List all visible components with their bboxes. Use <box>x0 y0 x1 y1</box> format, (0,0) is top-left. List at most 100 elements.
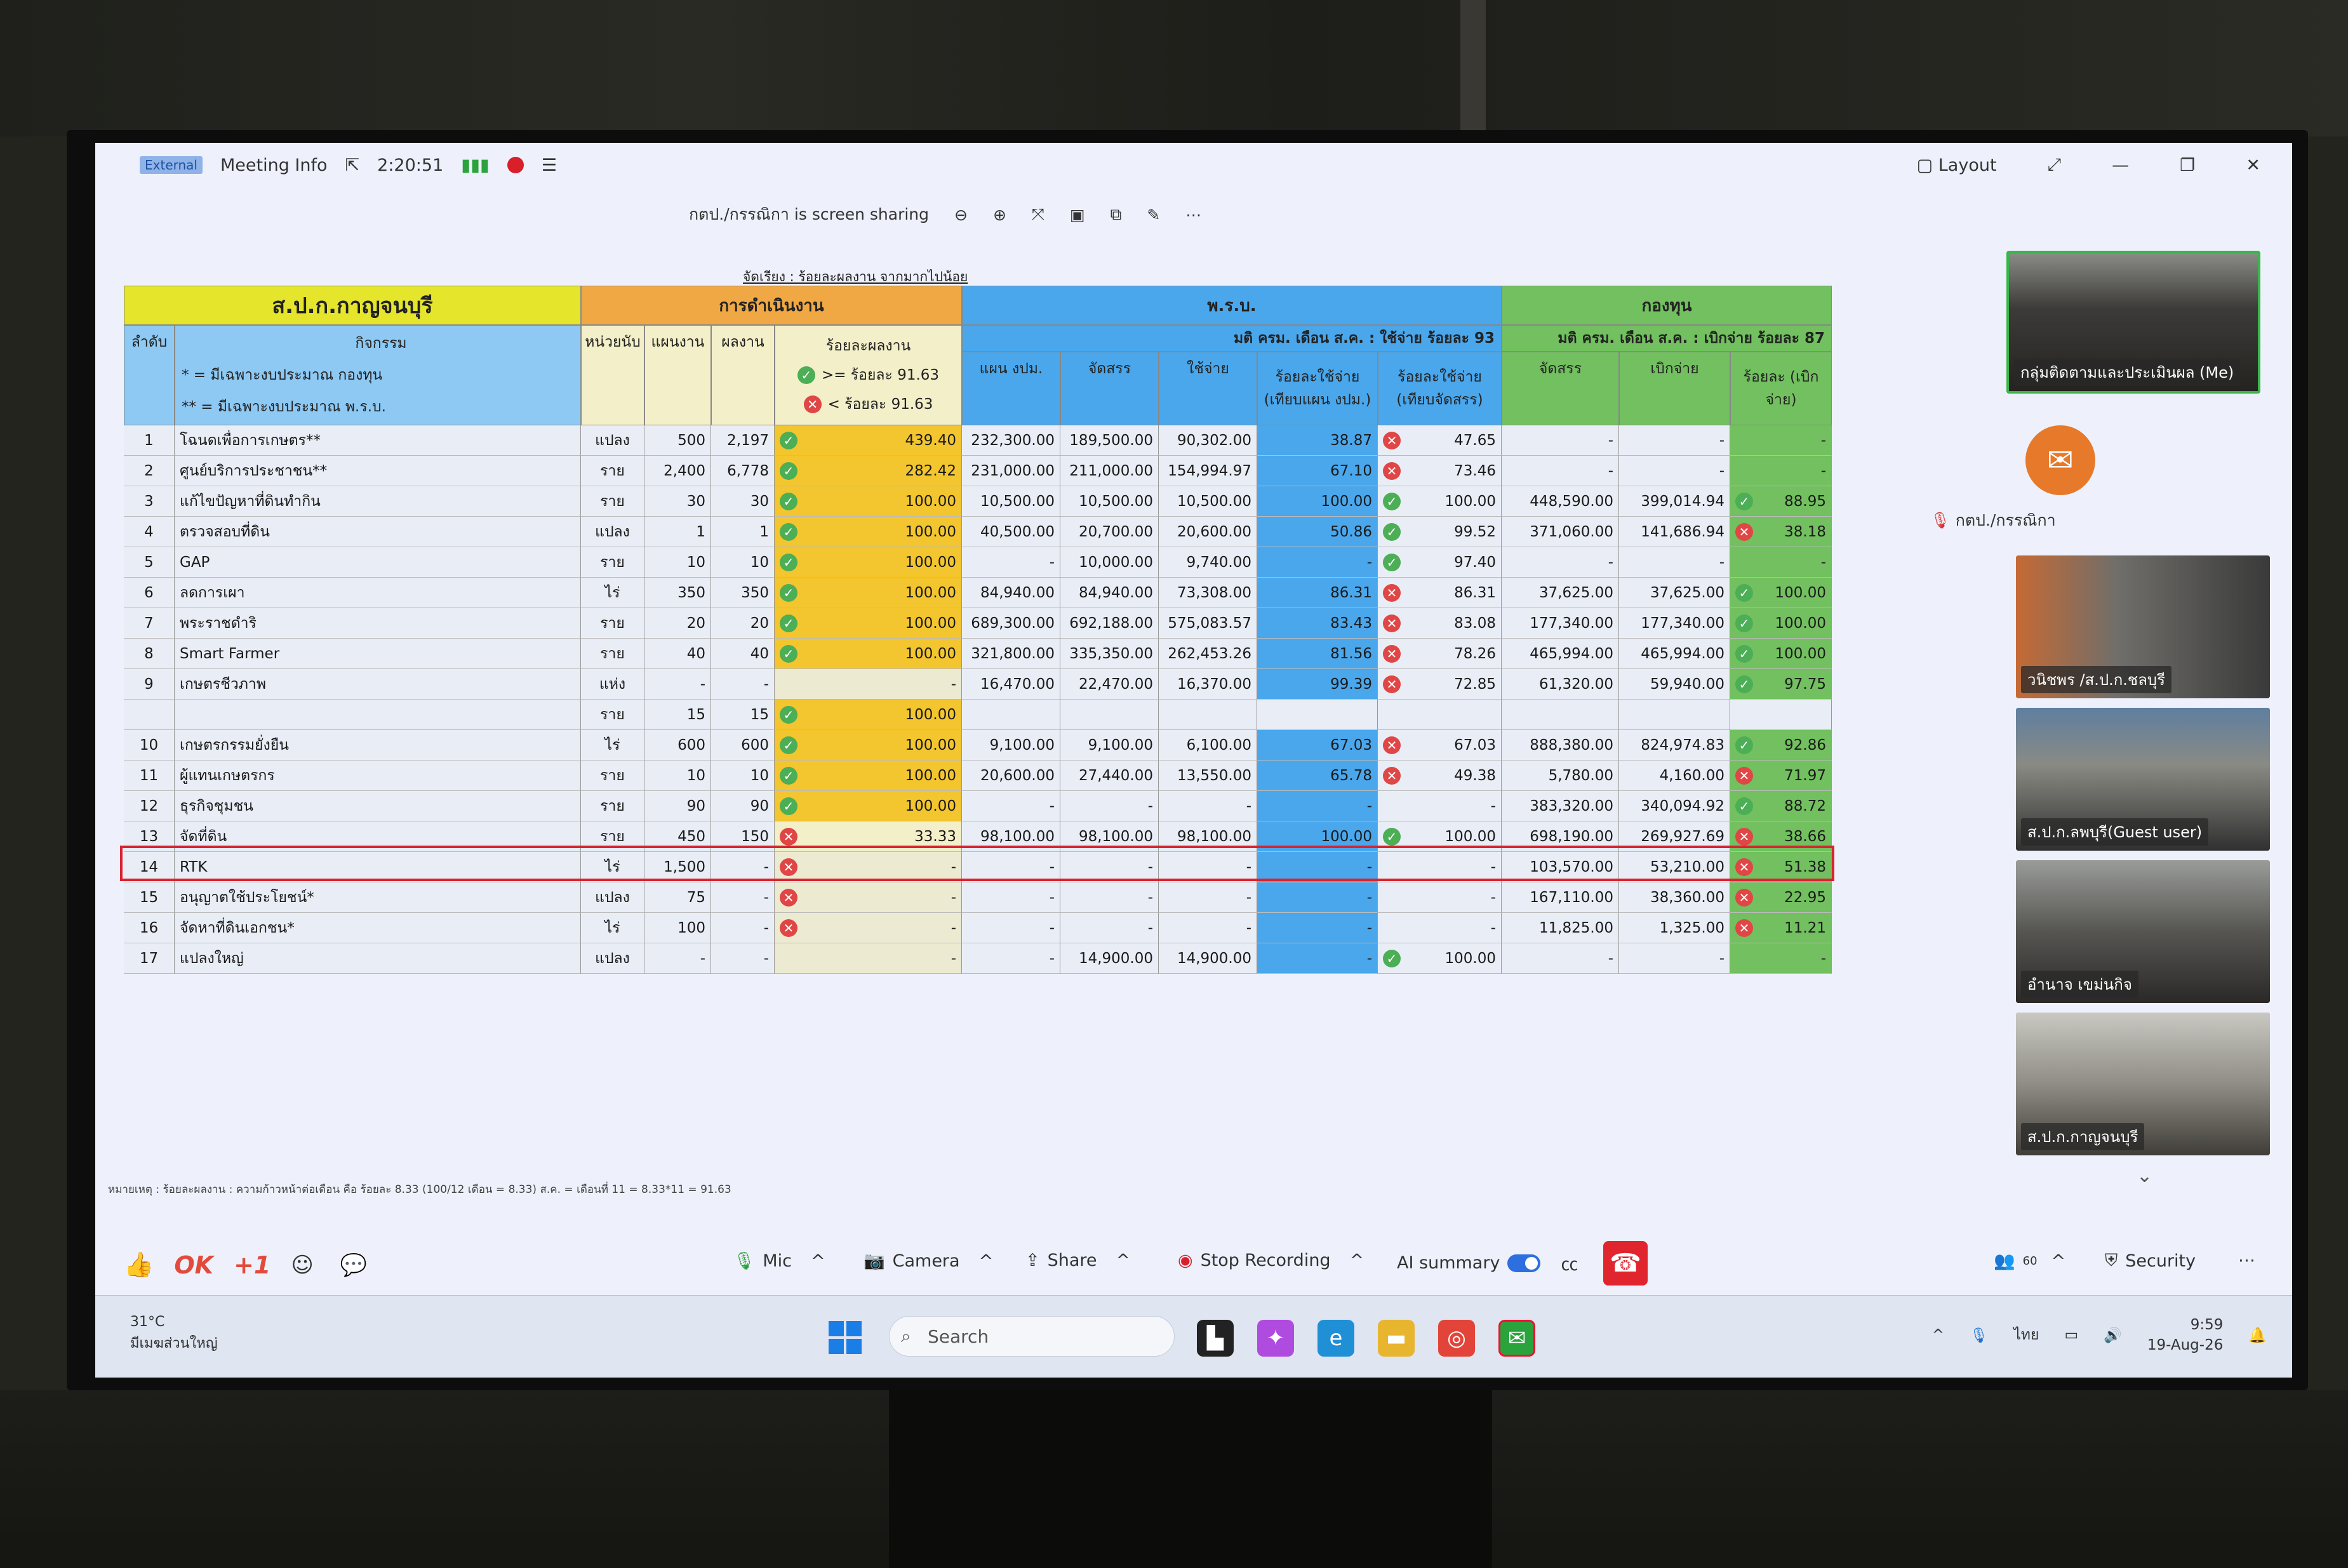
sharing-bar: กตป./กรรณิกา is screen sharing ⊖ ⊕ ⤧ ▣ ⧉… <box>689 199 1201 230</box>
layout-button[interactable]: ▢ Layout <box>1917 156 1997 175</box>
cell-text: ลดการเผา <box>180 584 245 601</box>
file-explorer-icon[interactable]: ▬ <box>1378 1320 1415 1357</box>
more-icon[interactable]: ⋯ <box>1185 206 1201 224</box>
cell-text: 99.39 <box>1330 675 1372 693</box>
participant-count: 60 <box>2022 1254 2038 1268</box>
table-cell-no: 11 <box>124 761 175 791</box>
table-cell-act: แก้ไขปัญหาที่ดินทำกิน <box>175 486 581 517</box>
cell-text: 97.75 <box>1784 675 1826 693</box>
table-cell-pct: ✕ - <box>775 882 962 913</box>
restore-icon[interactable]: ❐ <box>2180 156 2195 175</box>
line-app-icon[interactable]: ✉ <box>1498 1320 1535 1357</box>
mic-button[interactable]: 🎙 Mic ^ <box>733 1251 825 1272</box>
cell-text: 8 <box>144 645 154 662</box>
table-cell-fd: - <box>1619 425 1730 456</box>
end-call-button[interactable]: ☎ <box>1603 1241 1648 1286</box>
cell-text: 3 <box>144 493 154 510</box>
close-icon[interactable]: ✕ <box>2246 156 2260 175</box>
table-cell-fa: - <box>1502 547 1619 578</box>
check-icon: ✓ <box>797 366 815 384</box>
signal-icon[interactable]: ▮▮▮ <box>461 156 490 175</box>
emoji-icon[interactable]: ☺ <box>291 1252 313 1278</box>
share-button[interactable]: ⇪ Share ^ <box>1025 1251 1130 1270</box>
table-cell-al: - <box>1060 882 1159 913</box>
cross-icon: ✕ <box>1383 736 1401 754</box>
captions-icon[interactable]: ☰ <box>542 156 557 175</box>
table-cell-fp: ✓ 97.75 <box>1730 669 1832 700</box>
more-options-icon[interactable]: ⋯ <box>2238 1251 2255 1270</box>
share-options-icon[interactable]: ^ <box>1116 1251 1131 1270</box>
volume-icon[interactable]: 🔊 <box>2104 1327 2122 1344</box>
table-cell-pp: - <box>1257 943 1378 974</box>
check-icon: ✓ <box>1735 644 1753 663</box>
network-icon[interactable]: ▭ <box>2064 1327 2078 1343</box>
original-size-icon[interactable]: ▣ <box>1070 206 1085 224</box>
col-plan-budget-header: แผน งปม. <box>962 352 1060 425</box>
ok-reaction[interactable]: OK <box>174 1251 213 1279</box>
toggle-switch[interactable] <box>1507 1254 1541 1272</box>
task-view-icon[interactable]: ▙ <box>1197 1320 1234 1357</box>
participant-tile[interactable]: อำนาจ เขม่นกิจ <box>2016 860 2270 1003</box>
tray-chevron-icon[interactable]: ^ <box>1932 1327 1944 1343</box>
clock[interactable]: 9:59 19-Aug-26 <box>2147 1315 2224 1355</box>
cell-text: จัดหาที่ดินเอกชน* <box>180 919 295 936</box>
cell-text: 47.65 <box>1454 432 1496 449</box>
share-link-icon[interactable]: ⇱ <box>345 156 360 175</box>
security-button[interactable]: ⛨ Security <box>2105 1251 2196 1271</box>
table-row: 10 เกษตรกรรมยั่งยืน ไร่ 600 600 ✓ 100.00 9,100.… <box>124 730 1946 761</box>
chat-icon[interactable]: 💬 <box>340 1252 367 1278</box>
participant-tile[interactable]: ส.ป.ก.กาญจนบุรี <box>2016 1013 2270 1155</box>
stop-recording-button[interactable]: ◉ Stop Recording ^ <box>1178 1251 1364 1270</box>
table-cell-sp: 14,900.00 <box>1159 943 1257 974</box>
start-icon[interactable] <box>829 1321 862 1354</box>
cell-text: 83.08 <box>1454 615 1496 632</box>
camera-options-icon[interactable]: ^ <box>979 1251 994 1271</box>
annotate-icon[interactable]: ✎ <box>1147 206 1160 224</box>
fit-icon[interactable]: ⤧ <box>1032 205 1044 224</box>
table-cell-pct: - <box>775 669 962 700</box>
weather-widget[interactable]: 31°C มีเมฆส่วนใหญ่ <box>130 1312 218 1355</box>
participant-tile[interactable]: วนิชพร /ส.ป.ก.ชลบุรี <box>2016 555 2270 698</box>
check-icon: ✓ <box>780 644 797 663</box>
language-indicator[interactable]: ไทย <box>2013 1324 2039 1346</box>
table-cell-pct: ✓ 100.00 <box>775 761 962 791</box>
cc-icon[interactable]: ㏄ <box>1561 1251 1578 1275</box>
minimize-icon[interactable]: — <box>2112 156 2129 175</box>
meeting-info-button[interactable]: Meeting Info <box>220 156 328 175</box>
cell-text: 11.21 <box>1784 919 1826 936</box>
plus-one-reaction[interactable]: +1 <box>234 1251 270 1279</box>
camera-button[interactable]: 📷 Camera ^ <box>864 1251 994 1272</box>
recording-options-icon[interactable]: ^ <box>1350 1251 1364 1270</box>
copilot-icon[interactable]: ✦ <box>1257 1320 1294 1357</box>
mic-tray-icon[interactable]: 🎙 <box>1970 1327 1988 1344</box>
table-cell-fp: ✓ 100.00 <box>1730 578 1832 608</box>
participants-button[interactable]: 👥 60 ^ <box>1994 1251 2066 1272</box>
table-cell-no: 1 <box>124 425 175 456</box>
cell-text: 92.86 <box>1784 736 1826 754</box>
zoom-in-icon[interactable]: ⊕ <box>993 206 1006 224</box>
cell-text: 465,994.00 <box>1641 645 1724 662</box>
zoom-out-icon[interactable]: ⊖ <box>954 206 968 224</box>
taskbar-search[interactable]: ⌕ Search <box>889 1316 1175 1357</box>
cell-text: - <box>1608 462 1613 479</box>
cell-text: 154,994.97 <box>1168 462 1251 479</box>
participant-tile[interactable]: ส.ป.ก.ลพบุรี(Guest user) <box>2016 708 2270 851</box>
cell-text: 141,686.94 <box>1641 523 1724 540</box>
participant-label: กตป./กรรณิกา <box>1955 511 2056 529</box>
cell-text: - <box>763 889 769 906</box>
participant-tile[interactable]: กลุ่มติดตามและประเมินผล (Me) <box>2006 251 2260 394</box>
participants-options-icon[interactable]: ^ <box>2051 1251 2066 1271</box>
edge-icon[interactable]: e <box>1317 1320 1354 1357</box>
chevron-down-icon[interactable]: ⌄ <box>2137 1165 2152 1187</box>
chrome-icon[interactable]: ◎ <box>1438 1320 1475 1357</box>
cell-text: - <box>1490 889 1496 906</box>
thumbs-up-icon[interactable]: 👍 <box>124 1251 154 1279</box>
cell-text: - <box>1049 797 1055 814</box>
stop-recording-label: Stop Recording <box>1200 1251 1331 1270</box>
popout-icon[interactable]: ⧉ <box>1111 205 1122 224</box>
ai-summary-toggle[interactable]: AI summary ㏄ <box>1397 1251 1578 1275</box>
cell-text: 500 <box>677 432 705 449</box>
fullscreen-icon[interactable]: ⤢ <box>2048 155 2062 175</box>
notification-icon[interactable]: 🔔 <box>2248 1327 2267 1344</box>
mic-options-icon[interactable]: ^ <box>811 1251 825 1271</box>
